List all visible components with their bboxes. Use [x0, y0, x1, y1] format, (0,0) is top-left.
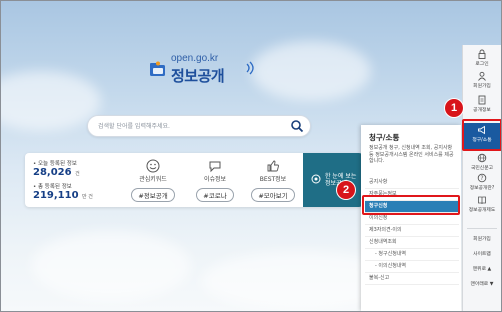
feature-label: BEST정보 [259, 176, 287, 183]
total-unit: 만 건 [82, 194, 93, 200]
quick-sidebar: 로그인 회원가입 공개정보 청구/소통 국민신문고 ? 정보공개란? 정보공개제… [462, 45, 501, 311]
menu-item-objection-history[interactable]: - 이의신청내역 [365, 261, 459, 273]
panel-title: 청구/소통 [369, 133, 400, 142]
sidebar-link-signup[interactable]: 회원가입 [463, 235, 501, 242]
cloud-decoration [1, 71, 101, 131]
overview-card[interactable]: 한 눈에 보는 정보공개 [303, 153, 363, 207]
search-icon[interactable] [290, 119, 304, 133]
total-value: 219,110 [33, 190, 79, 201]
sidebar-label: 회원가입 [473, 84, 491, 89]
svg-text:?: ? [480, 175, 483, 182]
submenu-list: 공지사항 자주묻는정보 청구신청 이의신청 제3자의견-이의 신청내역조회 - … [365, 177, 459, 285]
sidebar-label: 국민신문고 [470, 166, 494, 171]
today-value: 28,026 [33, 167, 72, 178]
logo-title: 정보공개 [171, 67, 225, 85]
keyword-tag[interactable]: #모아보기 [251, 188, 295, 202]
menu-item-third-party[interactable]: 제3자의견-이의 [365, 225, 459, 237]
feature-issue-info[interactable]: 이슈정보 #코로나 [187, 155, 243, 205]
browser-viewport: open.go.kr 정보공개 검색할 단어를 입력해주세요. • 오늘 등록된… [0, 0, 502, 312]
arrow-down-icon: ▼ [489, 282, 494, 287]
sidebar-item-public-info[interactable]: 공개정보 [463, 95, 501, 113]
keyword-tag[interactable]: #정보공개 [131, 188, 175, 202]
overview-line1: 한 눈에 보는 [325, 173, 357, 180]
sidebar-item-what-is[interactable]: ? 정보공개란? [463, 173, 501, 191]
signal-waves-icon [246, 61, 254, 75]
feature-interest-keyword[interactable]: 관심키워드 #정보공개 [125, 155, 181, 205]
chat-icon [209, 161, 221, 173]
feature-label: 관심키워드 [139, 176, 167, 183]
sidebar-label: 공개정보 [473, 108, 491, 113]
menu-item-request-history[interactable]: - 청구신청내역 [365, 249, 459, 261]
annotation-badge-2: 2 [337, 181, 355, 199]
eye-icon [311, 174, 321, 184]
menu-item-notice[interactable]: 공지사항 [365, 177, 459, 189]
sidebar-scroll-top[interactable]: 맨위로 ▲ [463, 265, 501, 272]
annotation-box-sidebar [462, 119, 501, 151]
sidebar-label: 맨위로 [472, 267, 486, 272]
annotation-box-menu [362, 195, 460, 215]
panel-description: 정보공개 청구, 신청내역 조회, 공지사항 등 정보공개시스템 온라인 서비스… [369, 145, 454, 164]
submenu-panel: 청구/소통 정보공개 청구, 신청내역 조회, 공지사항 등 정보공개시스템 온… [361, 125, 461, 311]
book-icon [478, 196, 486, 205]
globe-icon [477, 153, 487, 163]
sidebar-scroll-bottom[interactable]: 맨아래로 ▼ [463, 280, 501, 287]
menu-item-appeal[interactable]: 불복-신고 [365, 273, 459, 285]
sidebar-label: 로그인 [475, 62, 489, 67]
folder-logo-icon [150, 61, 165, 76]
search-bar[interactable]: 검색할 단어를 입력해주세요. [87, 115, 311, 137]
sidebar-item-petition[interactable]: 국민신문고 [463, 153, 501, 171]
keyword-tag[interactable]: #코로나 [196, 188, 234, 202]
annotation-badge-1: 1 [445, 99, 463, 117]
cloud-decoration [31, 231, 191, 301]
document-icon [478, 95, 486, 105]
sidebar-item-login[interactable]: 로그인 [463, 49, 501, 67]
site-logo[interactable]: open.go.kr 정보공개 [149, 53, 259, 93]
sidebar-link-sitemap[interactable]: 사이트맵 [463, 250, 501, 257]
feature-best-info[interactable]: BEST정보 #모아보기 [245, 155, 301, 205]
logo-domain: open.go.kr [171, 53, 219, 64]
menu-item-history[interactable]: 신청내역조회 [365, 237, 459, 249]
thumbs-up-icon [267, 160, 279, 172]
today-unit: 건 [75, 171, 80, 177]
total-stat: • 총 등록된 정보 219,110 만 건 [33, 184, 93, 201]
sidebar-divider [467, 228, 497, 229]
stats-card: • 오늘 등록된 정보 28,026 건 • 총 등록된 정보 219,110 … [25, 153, 363, 207]
today-stat: • 오늘 등록된 정보 28,026 건 [33, 161, 80, 178]
smile-icon [146, 159, 160, 173]
arrow-up-icon: ▲ [487, 267, 492, 272]
sidebar-label: 정보공개란? [469, 186, 495, 191]
cloud-decoration [251, 41, 371, 101]
sidebar-label: 정보공개제도 [468, 208, 496, 213]
user-icon [478, 71, 486, 81]
question-icon: ? [477, 173, 487, 183]
sidebar-item-system[interactable]: 정보공개제도 [463, 195, 501, 213]
sidebar-item-signup[interactable]: 회원가입 [463, 71, 501, 89]
feature-label: 이슈정보 [203, 176, 227, 183]
search-input[interactable]: 검색할 단어를 입력해주세요. [98, 121, 170, 130]
lock-icon [478, 49, 486, 59]
sidebar-label: 맨아래로 [470, 282, 489, 287]
